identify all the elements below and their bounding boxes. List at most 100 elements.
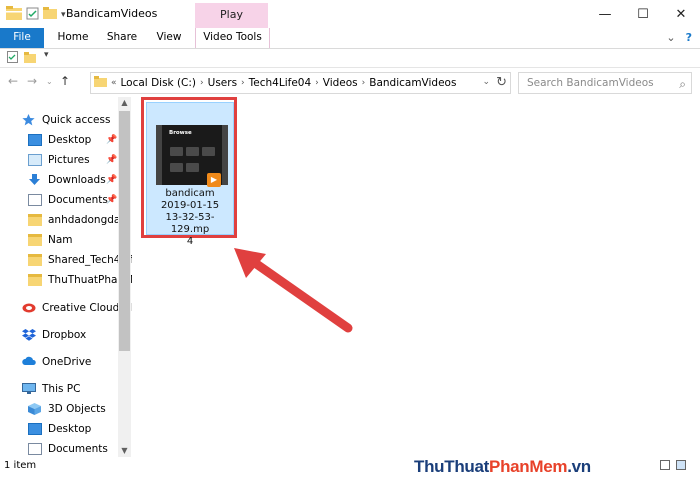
nav-scrollbar[interactable]: ▲ ▼: [118, 97, 131, 457]
breadcrumb-users[interactable]: Users: [208, 77, 237, 89]
nav-item-this-pc[interactable]: This PC: [22, 379, 132, 399]
properties-small-icon[interactable]: [7, 51, 18, 66]
nav-item-label: Desktop: [48, 134, 92, 146]
file-item[interactable]: Browse ▶ bandicam 2019-01-15 13-32-53-12…: [146, 102, 234, 247]
tab-file[interactable]: File: [0, 28, 44, 48]
scroll-thumb[interactable]: [119, 111, 130, 351]
nav-item-nam[interactable]: Nam: [28, 230, 132, 250]
thumbnail-text: Browse: [169, 130, 192, 136]
nav-item-quick-access[interactable]: Quick access: [22, 110, 132, 130]
explorer-icon: [6, 6, 22, 23]
tab-home[interactable]: Home: [48, 28, 98, 48]
pin-icon[interactable]: 📌: [106, 155, 117, 165]
tab-video-tools[interactable]: Video Tools: [195, 28, 270, 48]
item-count: 1 item: [4, 460, 37, 471]
file-name-line: 2019-01-15: [160, 200, 220, 211]
refresh-icon[interactable]: ↻: [496, 75, 507, 90]
tab-share[interactable]: Share: [98, 28, 146, 48]
back-button[interactable]: ←: [8, 74, 18, 88]
address-bar[interactable]: « Local Disk (C:) › Users › Tech4Life04 …: [90, 72, 511, 94]
chevron-down-icon: ⌄: [46, 77, 53, 86]
expand-ribbon-icon[interactable]: ⌄: [666, 31, 675, 44]
close-button[interactable]: ✕: [662, 0, 700, 28]
breadcrumb-separator[interactable]: ›: [362, 78, 366, 88]
highlight-box: Browse ▶ bandicam 2019-01-15 13-32-53-12…: [141, 97, 237, 247]
search-icon: ⌕: [679, 77, 686, 91]
breadcrumb-local-disk[interactable]: Local Disk (C:): [121, 77, 197, 89]
pin-icon[interactable]: 📌: [106, 135, 117, 145]
nav-item-label: anhdadongdau: [48, 214, 128, 226]
up-button[interactable]: ↑: [60, 74, 70, 88]
dropdown-small-icon[interactable]: ▾: [44, 50, 49, 60]
customize-qat-icon[interactable]: ▾: [61, 10, 66, 20]
watermark-part3: .vn: [567, 457, 591, 476]
pin-icon[interactable]: 📌: [106, 195, 117, 205]
folder-location-icon: [94, 76, 107, 90]
download-icon: [28, 174, 42, 186]
nav-item-label: Documents: [48, 443, 108, 455]
nav-item-creative-cloud[interactable]: Creative Cloud Fil: [22, 298, 132, 318]
new-folder-icon[interactable]: [43, 7, 57, 22]
scroll-up-icon[interactable]: ▲: [118, 97, 131, 109]
forward-button[interactable]: →: [27, 74, 37, 88]
breadcrumb-separator[interactable]: ›: [241, 78, 245, 88]
folder-icon: [28, 274, 42, 286]
thumbnail-tile: [170, 163, 183, 172]
3d-objects-icon: [28, 403, 42, 415]
thumbnail-tile: [170, 147, 183, 156]
close-icon: ✕: [675, 6, 687, 22]
file-name[interactable]: bandicam 2019-01-15 13-32-53-129.mp 4: [147, 188, 233, 248]
minimize-icon: —: [598, 6, 612, 22]
nav-item-label: 3D Objects: [48, 403, 106, 415]
tab-view[interactable]: View: [146, 28, 192, 48]
search-input[interactable]: Search BandicamVideos ⌕: [518, 72, 692, 94]
dropbox-icon: [22, 329, 36, 341]
ribbon-tabs: File Home Share View Video Tools: [0, 28, 700, 49]
thumbnail-tile: [186, 147, 199, 156]
watermark-part2: PhanMem: [489, 457, 568, 476]
breadcrumb-videos[interactable]: Videos: [323, 77, 358, 89]
maximize-button[interactable]: ☐: [624, 0, 662, 28]
scroll-down-icon[interactable]: ▼: [118, 445, 131, 457]
nav-item-onedrive[interactable]: OneDrive: [22, 352, 132, 372]
contextual-tab-group-play: Play: [195, 3, 268, 28]
pin-icon[interactable]: 📌: [106, 175, 117, 185]
file-name-line: 13-32-53-129.mp: [165, 212, 215, 235]
details-view-icon[interactable]: [660, 460, 670, 470]
folder-icon: [28, 214, 42, 226]
folder-small-icon[interactable]: [24, 52, 36, 66]
overflow-chevron[interactable]: «: [111, 78, 117, 88]
nav-item-desktop-pc[interactable]: Desktop: [28, 419, 132, 439]
navigation-bar: ← → ⌄ ↑ « Local Disk (C:) › Users › Tech…: [0, 68, 700, 96]
nav-item-label: Dropbox: [42, 329, 87, 341]
file-list: Browse ▶ bandicam 2019-01-15 13-32-53-12…: [134, 97, 700, 457]
properties-icon[interactable]: [26, 7, 39, 23]
breadcrumb-bandicamvideos[interactable]: BandicamVideos: [369, 77, 456, 89]
nav-item-thuthuatphanmem[interactable]: ThuThuatPhanM: [28, 270, 132, 290]
large-icons-view-icon[interactable]: [676, 460, 686, 470]
breadcrumb-tech4life04[interactable]: Tech4Life04: [249, 77, 311, 89]
nav-item-dropbox[interactable]: Dropbox: [22, 325, 132, 345]
nav-item-label: OneDrive: [42, 356, 92, 368]
breadcrumb-separator[interactable]: ›: [315, 78, 319, 88]
address-dropdown-icon[interactable]: ⌄: [482, 77, 490, 87]
desktop-icon: [28, 134, 42, 146]
minimize-button[interactable]: —: [586, 0, 624, 28]
video-play-icon: ▶: [207, 173, 221, 187]
nav-item-3d-objects[interactable]: 3D Objects: [28, 399, 132, 419]
thumbnail-tile: [186, 163, 199, 172]
arrow-right-icon: →: [27, 74, 38, 88]
help-icon[interactable]: ?: [686, 31, 692, 44]
documents-icon: [28, 443, 42, 455]
recent-locations-button[interactable]: ⌄: [46, 77, 53, 86]
onedrive-icon: [22, 356, 36, 368]
nav-item-anhdadongdau[interactable]: anhdadongdau: [28, 210, 132, 230]
breadcrumb-separator[interactable]: ›: [200, 78, 204, 88]
arrow-up-icon: ↑: [60, 74, 71, 88]
nav-item-label: Nam: [48, 234, 73, 246]
window-title: BandicamVideos: [66, 7, 158, 20]
nav-item-documents-pc[interactable]: Documents: [28, 439, 132, 457]
file-name-line: 4: [186, 236, 194, 247]
nav-item-shared-tech4life[interactable]: Shared_Tech4Lif: [28, 250, 132, 270]
computer-icon: [22, 383, 36, 395]
